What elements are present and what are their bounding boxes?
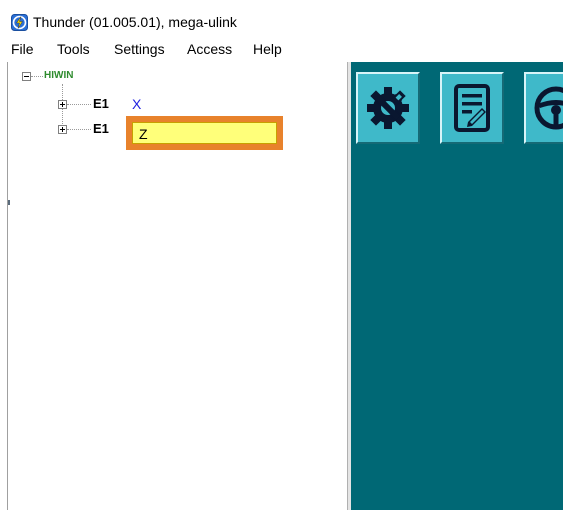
thunder-app-icon — [11, 14, 28, 31]
gear-wrench-icon — [367, 87, 409, 129]
tree-node-label[interactable]: E1 — [93, 96, 109, 111]
menu-bar: File Tools Settings Access Help — [0, 40, 563, 60]
axis-label-x[interactable]: X — [132, 96, 141, 112]
tree-connector — [67, 129, 91, 130]
plus-icon-v — [62, 127, 63, 132]
tree-connector — [31, 76, 43, 77]
plus-icon-v — [62, 102, 63, 107]
menu-tools[interactable]: Tools — [57, 41, 90, 57]
notes-tool-button[interactable] — [440, 72, 504, 144]
tree-node-expand-toggle[interactable] — [58, 100, 67, 109]
tree-root-label[interactable]: HIWIN — [44, 70, 73, 81]
axis-edit-highlight — [126, 116, 283, 150]
notepad-icon — [454, 84, 490, 132]
window-left-border — [7, 62, 8, 510]
menu-file[interactable]: File — [11, 41, 34, 57]
tree-root-collapse-toggle[interactable] — [22, 72, 31, 81]
tree-node-label[interactable]: E1 — [93, 121, 109, 136]
axis-name-input[interactable] — [133, 123, 276, 143]
settings-tool-button[interactable] — [356, 72, 420, 144]
axis-name-field-frame — [132, 122, 277, 144]
menu-help[interactable]: Help — [253, 41, 282, 57]
minus-icon — [24, 76, 29, 77]
title-bar: Thunder (01.005.01), mega-ulink — [0, 0, 563, 40]
steering-wheel-icon — [534, 86, 563, 130]
drive-tool-button[interactable] — [524, 72, 563, 144]
window-title: Thunder (01.005.01), mega-ulink — [33, 14, 237, 30]
menu-settings[interactable]: Settings — [114, 41, 165, 57]
tree-connector — [67, 104, 91, 105]
menu-access[interactable]: Access — [187, 41, 232, 57]
tree-node-expand-toggle[interactable] — [58, 125, 67, 134]
